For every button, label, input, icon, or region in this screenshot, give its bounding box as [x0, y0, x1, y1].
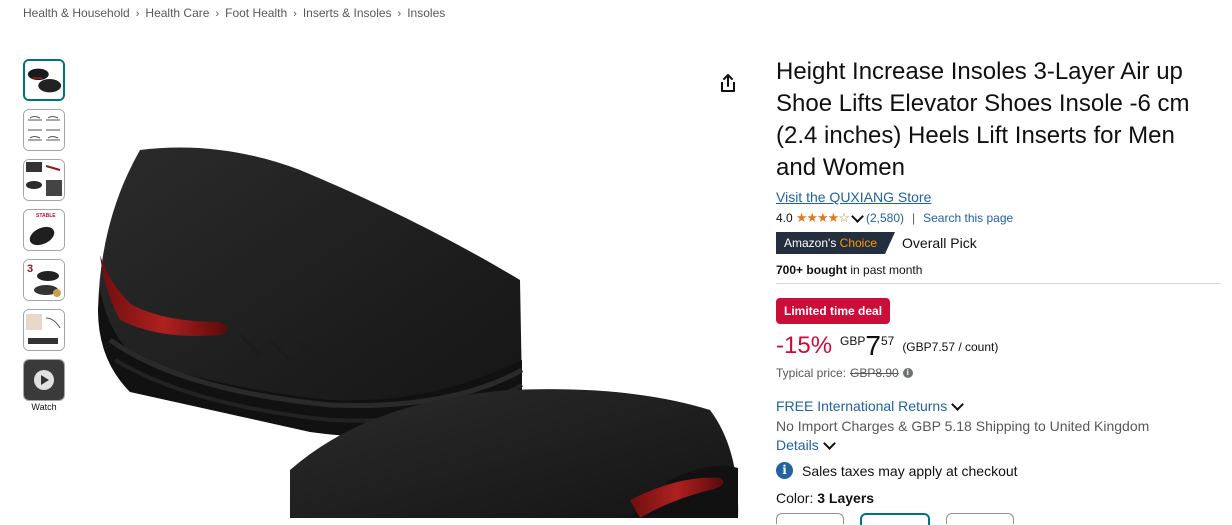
overall-pick-label: Overall Pick — [902, 235, 977, 251]
amazons-choice-row: Amazon's Choice Overall Pick — [776, 232, 1221, 254]
thumbnail-video[interactable] — [23, 359, 65, 401]
search-this-page-link[interactable]: Search this page — [923, 211, 1013, 225]
divider — [776, 283, 1221, 284]
typical-price-label: Typical price: — [776, 366, 847, 380]
rating-row: 4.0 ★★★★☆ (2,580) | Search this page — [776, 209, 1221, 227]
rating-separator: | — [912, 211, 916, 225]
chevron-down-icon — [951, 397, 965, 411]
sales-tax-text: Sales taxes may apply at checkout — [802, 462, 1018, 479]
product-details: Height Increase Insoles 3-Layer Air up S… — [776, 56, 1221, 525]
share-icon — [721, 74, 735, 92]
limited-time-deal-badge: Limited time deal — [776, 298, 891, 324]
price-row: -15% GBP 7 57 (GBP7.57 / count) — [776, 332, 1221, 362]
rating-value: 4.0 — [776, 211, 793, 225]
shipping-info: No Import Charges & GBP 5.18 Shipping to… — [776, 418, 1150, 434]
sales-tax-note: i Sales taxes may apply at checkout — [776, 462, 1221, 479]
review-count-link[interactable]: (2,580) — [866, 211, 904, 225]
typical-price: Typical price: GBP8.90 i — [776, 366, 1221, 380]
star-rating[interactable]: ★★★★☆ — [796, 210, 850, 226]
details-label: Details — [776, 437, 819, 453]
product-title: Height Increase Insoles 3-Layer Air up S… — [776, 58, 1190, 181]
bought-in-past-month: 700+ bought in past month — [776, 263, 1221, 277]
breadcrumb-separator: › — [215, 8, 220, 20]
returns-label: FREE International Returns — [776, 398, 948, 414]
price-per-unit: (GBP7.57 / count) — [902, 340, 999, 354]
thumbnail-3-layer[interactable]: 3 — [23, 259, 65, 301]
color-swatch-selected[interactable] — [860, 513, 930, 525]
breadcrumb-separator: › — [293, 8, 297, 20]
share-button[interactable] — [716, 71, 740, 95]
badge-prefix: Amazon's — [784, 236, 837, 250]
chevron-down-icon[interactable] — [851, 209, 864, 223]
breadcrumb-health-care[interactable]: Health Care — [145, 6, 209, 20]
breadcrumb-separator: › — [397, 8, 402, 20]
breadcrumb-insoles[interactable]: Insoles — [407, 6, 445, 20]
svg-text:3: 3 — [27, 263, 33, 275]
color-swatch[interactable] — [946, 513, 1014, 524]
color-swatch[interactable] — [776, 513, 844, 524]
breadcrumb-health-household[interactable]: Health & Household — [23, 6, 130, 20]
watch-label: Watch — [31, 402, 57, 412]
color-label: Color: — [776, 490, 814, 506]
svg-text:STABLE: STABLE — [36, 213, 56, 219]
price-currency: GBP — [840, 334, 866, 348]
color-swatches — [776, 513, 1221, 525]
thumbnail-foot-in-shoe[interactable] — [23, 309, 65, 351]
breadcrumb-inserts-insoles[interactable]: Inserts & Insoles — [303, 6, 392, 20]
bought-count: 700+ bought — [776, 263, 848, 277]
info-icon[interactable]: i — [902, 368, 913, 378]
thumbnail-insole-pair[interactable] — [23, 59, 65, 101]
info-icon: i — [776, 462, 793, 479]
thumbnail-size-chart[interactable] — [23, 109, 65, 151]
price-fraction: 57 — [880, 334, 895, 348]
bought-rest: in past month — [850, 263, 923, 277]
discount-percent: -15% — [776, 332, 833, 359]
main-product-image[interactable] — [70, 60, 760, 518]
breadcrumb-foot-health[interactable]: Foot Health — [225, 6, 287, 20]
thumbnail-stable-insole[interactable]: STABLE — [23, 209, 65, 251]
badge-suffix: Choice — [839, 236, 878, 250]
price-whole: 7 — [865, 330, 881, 361]
breadcrumb: Health & Household › Health Care › Foot Heal… — [23, 6, 445, 20]
store-link[interactable]: Visit the QUXIANG Store — [776, 189, 1221, 205]
details-link[interactable]: Details — [776, 436, 1221, 453]
free-international-returns[interactable]: FREE International Returns — [776, 397, 1221, 414]
chevron-down-icon — [822, 436, 836, 450]
color-value: 3 Layers — [817, 490, 875, 506]
typical-price-value: GBP8.90 — [850, 366, 899, 380]
amazons-choice-badge[interactable]: Amazon's Choice — [776, 232, 895, 254]
color-selector: Color: 3 Layers — [776, 490, 1221, 506]
breadcrumb-separator: › — [135, 8, 140, 20]
thumbnail-layers-detail[interactable] — [23, 159, 65, 201]
